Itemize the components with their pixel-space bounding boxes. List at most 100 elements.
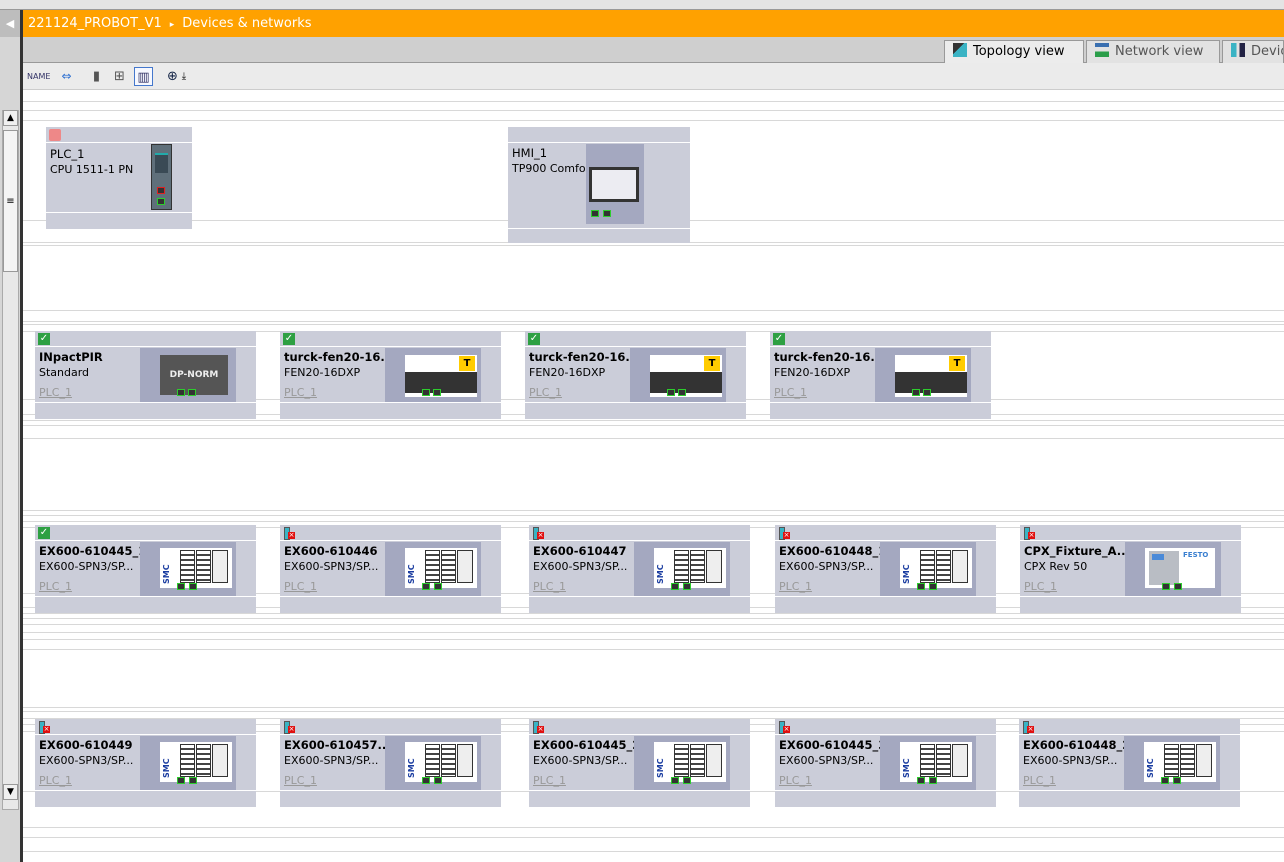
device-card[interactable]: EX600-610447 EX600-SPN3/SP... PLC_1 SMC: [529, 525, 750, 613]
table-view-icon[interactable]: ▥: [134, 67, 153, 86]
breadcrumb-project[interactable]: 221124_PROBOT_V1: [28, 16, 162, 31]
scroll-up-button[interactable]: ▲: [3, 110, 18, 126]
tab-topology-view[interactable]: Topology view: [944, 40, 1084, 64]
device-network-link[interactable]: PLC_1: [39, 580, 72, 593]
device-name[interactable]: EX600-610449: [39, 738, 133, 752]
device-name[interactable]: turck-fen20-16...: [529, 350, 638, 364]
page-break-icon[interactable]: ▮: [87, 67, 106, 86]
cpu-display: [155, 153, 168, 173]
device-image: T: [875, 348, 971, 402]
grid-line: [23, 837, 1284, 838]
card-header: ✓: [525, 331, 746, 347]
device-network-link[interactable]: PLC_1: [284, 580, 317, 593]
device-network-link[interactable]: PLC_1: [1023, 774, 1056, 787]
device-name[interactable]: HMI_1: [512, 146, 547, 160]
device-card[interactable]: HMI_1 TP900 Comfort: [508, 127, 690, 243]
card-footer: [280, 790, 501, 807]
io-module: [952, 550, 968, 583]
scrollbar-thumb[interactable]: ≡: [3, 130, 18, 272]
grid-line: [23, 510, 1284, 511]
smc-image: SMC: [160, 548, 232, 588]
device-network-link[interactable]: PLC_1: [39, 774, 72, 787]
device-name[interactable]: PLC_1: [50, 147, 84, 161]
tab-device-view[interactable]: Devices & networks: [1222, 40, 1284, 63]
fit-width-icon[interactable]: ⇔: [57, 67, 76, 86]
device-name[interactable]: EX600-610445_3: [779, 738, 886, 752]
device-card[interactable]: ✓ turck-fen20-16... FEN20-16DXP PLC_1 T: [770, 331, 991, 419]
card-footer: [1020, 596, 1241, 613]
grid-line: [23, 711, 1284, 712]
device-card[interactable]: ✓ turck-fen20-16... FEN20-16DXP PLC_1 T: [525, 331, 746, 419]
show-names-icon[interactable]: NAME: [27, 67, 50, 86]
device-name[interactable]: EX600-610445_1: [39, 544, 146, 558]
turck-image: T: [405, 355, 477, 397]
device-card[interactable]: ✓ turck-fen20-16... FEN20-16DXP PLC_1 T: [280, 331, 501, 419]
device-card[interactable]: EX600-610448_2 EX600-SPN3/SP... PLC_1 SMC: [1019, 719, 1240, 807]
port-icon: [189, 583, 197, 590]
device-network-link[interactable]: PLC_1: [779, 774, 812, 787]
device-name[interactable]: INpactPIR: [39, 350, 103, 364]
device-name[interactable]: EX600-610447: [533, 544, 627, 558]
port-icon: [422, 389, 430, 396]
topology-canvas[interactable]: PLC_1 CPU 1511-1 PN HMI_1 TP900 Comfort ✓ INp…: [23, 91, 1284, 862]
device-name[interactable]: EX600-610448_2: [1023, 738, 1130, 752]
device-card[interactable]: EX600-610457... EX600-SPN3/SP... PLC_1 SMC: [280, 719, 501, 807]
smc-image: SMC: [405, 742, 477, 782]
breadcrumb-page[interactable]: Devices & networks: [182, 16, 311, 31]
device-card[interactable]: ✓ INpactPIR Standard PLC_1 DP-NORM: [35, 331, 256, 419]
device-network-link[interactable]: PLC_1: [1024, 580, 1057, 593]
device-type: Standard: [39, 366, 90, 379]
device-card[interactable]: ✓ EX600-610445_1 EX600-SPN3/SP... PLC_1 SMC: [35, 525, 256, 613]
io-module: [690, 744, 705, 777]
device-network-link[interactable]: PLC_1: [39, 386, 72, 399]
device-name[interactable]: EX600-610445_2: [533, 738, 640, 752]
device-name[interactable]: turck-fen20-16...: [284, 350, 393, 364]
card-header: [508, 127, 690, 143]
port-icon: [912, 389, 920, 396]
zoom-dropdown-icon[interactable]: ⤓: [179, 67, 189, 86]
card-header: ✓: [280, 331, 501, 347]
port-icon: [1162, 583, 1170, 590]
port-icon: [422, 777, 430, 784]
scroll-down-button[interactable]: ▼: [3, 784, 18, 800]
device-network-link[interactable]: PLC_1: [533, 580, 566, 593]
device-network-link[interactable]: PLC_1: [779, 580, 812, 593]
device-card[interactable]: CPX_Fixture_A... CPX Rev 50 PLC_1 FESTO: [1020, 525, 1241, 613]
port-icon: [177, 583, 185, 590]
port-icon: [1161, 777, 1169, 784]
io-module: [441, 550, 456, 583]
port-icon: [917, 583, 925, 590]
port-icon: [683, 583, 691, 590]
device-name[interactable]: EX600-610446: [284, 544, 378, 558]
io-module: [425, 550, 440, 583]
device-network-link[interactable]: PLC_1: [284, 774, 317, 787]
card-footer: [775, 596, 996, 613]
turck-logo: T: [459, 356, 475, 371]
device-name[interactable]: EX600-610457...: [284, 738, 391, 752]
status-not-reachable-icon: [38, 721, 50, 734]
device-network-link[interactable]: PLC_1: [284, 386, 317, 399]
smc-logo: SMC: [162, 564, 171, 584]
grid-line: [23, 245, 1284, 246]
device-image: DP-NORM: [140, 348, 236, 402]
grid-icon[interactable]: ⊞: [110, 67, 129, 86]
device-name[interactable]: turck-fen20-16...: [774, 350, 883, 364]
device-card[interactable]: EX600-610446 EX600-SPN3/SP... PLC_1 SMC: [280, 525, 501, 613]
device-network-link[interactable]: PLC_1: [529, 386, 562, 399]
device-name[interactable]: CPX_Fixture_A...: [1024, 544, 1130, 558]
device-card[interactable]: EX600-610449 EX600-SPN3/SP... PLC_1 SMC: [35, 719, 256, 807]
collapse-panel-button[interactable]: ◀: [0, 10, 20, 37]
port-icon: [177, 777, 185, 784]
device-network-link[interactable]: PLC_1: [774, 386, 807, 399]
status-not-reachable-icon: [532, 527, 544, 540]
tab-network-view[interactable]: Network view: [1086, 40, 1220, 63]
device-card[interactable]: EX600-610445_2 EX600-SPN3/SP... PLC_1 SMC: [529, 719, 750, 807]
grid-line: [23, 101, 1284, 102]
device-card[interactable]: PLC_1 CPU 1511-1 PN: [46, 127, 192, 229]
project-tree-panel: ▲ ≡ ▼: [0, 10, 20, 862]
device-card[interactable]: EX600-610445_3 EX600-SPN3/SP... PLC_1 SMC: [775, 719, 996, 807]
device-name[interactable]: EX600-610448_1: [779, 544, 886, 558]
port-icon: [177, 389, 185, 396]
device-network-link[interactable]: PLC_1: [533, 774, 566, 787]
device-card[interactable]: EX600-610448_1 EX600-SPN3/SP... PLC_1 SMC: [775, 525, 996, 613]
